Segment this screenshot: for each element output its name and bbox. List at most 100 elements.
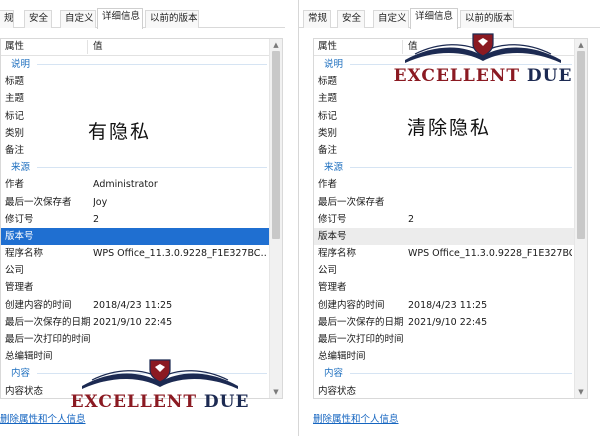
property-name: 标题 <box>318 76 338 88</box>
property-row[interactable]: 修订号 2 <box>314 211 574 228</box>
tab-custom[interactable]: 自定义 <box>373 10 409 28</box>
tab-security[interactable]: 安全 <box>24 10 52 28</box>
property-name: 程序名称 <box>318 248 357 260</box>
property-value: 2021/9/10 22:45 <box>408 316 488 328</box>
tab-bar: 规 安全 自定义 详细信息 以前的版本 <box>0 8 285 29</box>
property-row[interactable]: 备注 <box>314 142 574 159</box>
property-row[interactable]: 最后一次打印的时间 <box>314 331 574 348</box>
property-value: 2021/9/10 22:45 <box>93 316 173 328</box>
watermark-logo: EXCELLENT DUE <box>60 358 260 422</box>
property-row[interactable]: 标题 <box>1 73 269 90</box>
property-name: 总编辑时间 <box>318 351 366 363</box>
property-name: 版本号 <box>5 230 34 242</box>
scroll-up-icon[interactable]: ▲ <box>270 39 282 51</box>
group-header-row[interactable]: 来源 <box>1 159 269 176</box>
tab-bar: 常规 安全 自定义 详细信息 以前的版本 <box>299 8 600 29</box>
property-name: 作者 <box>318 179 338 191</box>
watermark-text: EXCELLENT DUE <box>70 392 250 412</box>
group-label: 说明 <box>11 59 31 70</box>
property-row[interactable]: 最后一次保存的日期 2021/9/10 22:45 <box>314 314 574 331</box>
group-header-row[interactable]: 说明 <box>1 56 269 73</box>
property-row[interactable]: 程序名称 WPS Office_11.3.0.9228_F1E327BC… <box>314 245 574 262</box>
property-name: 最后一次打印的时间 <box>5 334 91 345</box>
property-row[interactable]: 管理者 <box>314 279 574 296</box>
property-name: 类别 <box>318 127 338 139</box>
property-row[interactable]: 内容状态 <box>314 383 574 398</box>
property-value: 2 <box>408 213 415 225</box>
property-value: WPS Office_11.3.0.9228_F1E327BC… <box>408 248 572 260</box>
property-row[interactable]: 修订号 2 <box>1 211 269 228</box>
vertical-scrollbar[interactable]: ▲ ▼ <box>269 39 282 398</box>
property-row[interactable]: 管理者 <box>1 279 269 296</box>
property-name: 标记 <box>5 110 25 122</box>
property-row[interactable]: 作者 Administrator <box>1 176 269 193</box>
property-name: 程序名称 <box>5 248 44 260</box>
tab-previous-versions[interactable]: 以前的版本 <box>145 10 199 28</box>
property-row[interactable]: 公司 <box>314 262 574 279</box>
property-row[interactable]: 最后一次保存的日期 2021/9/10 22:45 <box>1 314 269 331</box>
watermark-text: EXCELLENT DUE <box>393 66 573 86</box>
property-row[interactable]: 总编辑时间 <box>314 348 574 365</box>
property-name: 创建内容的时间 <box>318 299 385 311</box>
property-row[interactable]: 主题 <box>1 90 269 107</box>
property-name: 标题 <box>5 76 25 88</box>
property-name: 修订号 <box>5 213 34 225</box>
shield-book-icon <box>405 33 561 63</box>
property-name: 创建内容的时间 <box>5 299 72 311</box>
group-label: 来源 <box>11 162 31 174</box>
property-value: 2 <box>93 213 100 225</box>
annotation-note: 清除隐私 <box>407 117 492 139</box>
property-value: Joy <box>93 196 108 208</box>
property-row[interactable]: 创建内容的时间 2018/4/23 11:25 <box>1 297 269 314</box>
tab-security[interactable]: 安全 <box>337 10 365 28</box>
property-name: 管理者 <box>5 282 34 294</box>
group-label: 来源 <box>324 162 344 174</box>
property-name: 内容状态 <box>318 385 357 397</box>
tab-details[interactable]: 详细信息 <box>97 8 143 29</box>
property-name: 作者 <box>5 179 25 191</box>
property-row[interactable]: 公司 <box>1 262 269 279</box>
remove-properties-link[interactable]: 删除属性和个人信息 <box>313 411 399 425</box>
property-name: 主题 <box>5 93 25 105</box>
tab-general[interactable]: 常规 <box>303 10 331 28</box>
property-value: WPS Office_11.3.0.9228_F1E327BC… <box>93 248 267 260</box>
group-label: 内容 <box>324 368 344 380</box>
property-name: 备注 <box>318 144 338 156</box>
scroll-down-icon[interactable]: ▼ <box>270 386 282 398</box>
property-name: 最后一次保存的日期 <box>318 316 404 328</box>
property-row[interactable]: 程序名称 WPS Office_11.3.0.9228_F1E327BC… <box>1 245 269 262</box>
property-row[interactable]: 最后一次保存者 Joy <box>1 194 269 211</box>
tab-custom[interactable]: 自定义 <box>60 10 96 28</box>
shield-book-icon <box>82 359 238 389</box>
scroll-thumb[interactable] <box>272 51 280 239</box>
scroll-down-icon[interactable]: ▼ <box>575 386 587 398</box>
property-row[interactable]: 最后一次保存者 <box>314 194 574 211</box>
property-name: 最后一次保存的日期 <box>5 316 91 328</box>
group-divider <box>350 167 572 169</box>
group-header-row[interactable]: 来源 <box>314 159 574 176</box>
properties-list[interactable]: 属性 值 说明 标题 主题 标记 类别 备注 来源 作者 Administrator 最后一次保存… <box>0 38 283 399</box>
property-row[interactable]: 版本号 <box>314 227 574 246</box>
property-row[interactable]: 作者 <box>314 176 574 193</box>
group-divider <box>350 373 572 375</box>
property-name: 最后一次保存者 <box>318 196 385 208</box>
property-row[interactable]: 备注 <box>1 142 269 159</box>
column-header-property[interactable]: 属性 <box>318 39 337 55</box>
property-name: 主题 <box>318 93 338 105</box>
property-row[interactable]: 最后一次打印的时间 <box>1 331 269 348</box>
column-header-value[interactable]: 值 <box>93 39 103 55</box>
property-name: 最后一次保存者 <box>5 196 72 208</box>
property-value: 2018/4/23 11:25 <box>93 299 173 311</box>
property-name: 版本号 <box>318 230 347 242</box>
property-name: 修订号 <box>318 213 347 225</box>
tab-details[interactable]: 详细信息 <box>410 8 458 29</box>
property-row[interactable]: 版本号 <box>1 227 269 246</box>
column-header-property[interactable]: 属性 <box>5 39 24 55</box>
property-name: 类别 <box>5 127 25 139</box>
tab-previous-versions[interactable]: 以前的版本 <box>460 10 514 28</box>
group-header-row[interactable]: 内容 <box>314 365 574 382</box>
group-label: 说明 <box>324 59 344 70</box>
tab-general[interactable]: 规 <box>0 10 14 28</box>
property-row[interactable]: 创建内容的时间 2018/4/23 11:25 <box>314 297 574 314</box>
column-divider[interactable] <box>87 40 88 54</box>
